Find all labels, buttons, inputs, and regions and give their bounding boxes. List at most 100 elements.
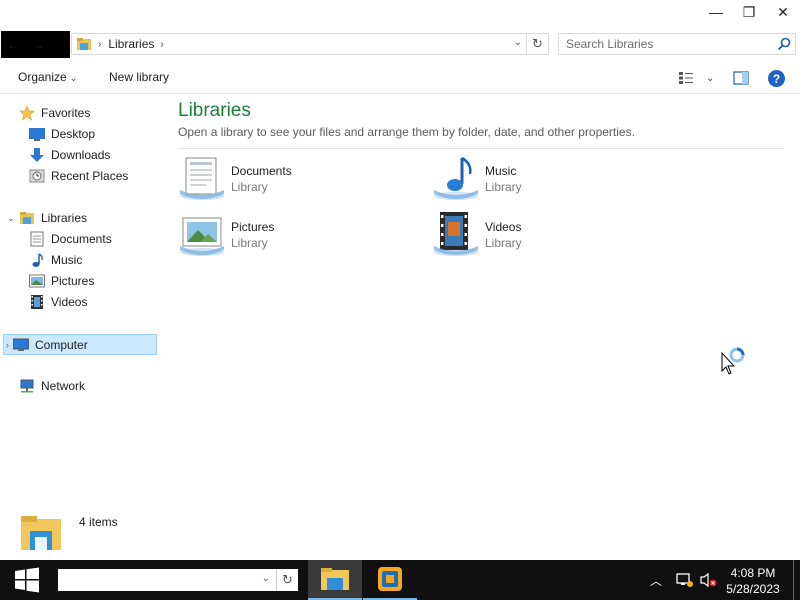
back-arrow-icon[interactable]: ← [7, 38, 19, 52]
recent-places-icon [29, 168, 45, 184]
library-pictures[interactable]: Pictures Library [178, 210, 418, 260]
search-input[interactable] [559, 34, 769, 54]
file-explorer-icon [321, 568, 349, 590]
refresh-icon[interactable]: ↻ [526, 34, 548, 54]
library-music-name: Music [485, 164, 517, 178]
nav-favorites[interactable]: Favorites [19, 103, 90, 123]
view-dropdown-icon: ⌄ [706, 72, 715, 84]
nav-pictures[interactable]: Pictures [29, 271, 94, 291]
nav-music-label: Music [51, 253, 83, 267]
libraries-folder-icon [19, 210, 35, 226]
star-icon [19, 105, 35, 121]
nav-favorites-label: Favorites [41, 106, 91, 120]
network-icon [19, 378, 35, 394]
show-hidden-icons-chevron-icon[interactable]: ︿ [650, 560, 662, 600]
close-button[interactable]: ✕ [766, 0, 800, 24]
new-library-button[interactable]: New library [109, 70, 169, 84]
taskbar-search-box[interactable]: ⌄ ↻ [58, 569, 298, 591]
pictures-icon [29, 273, 45, 289]
nav-desktop-label: Desktop [51, 127, 96, 141]
nav-recent-places[interactable]: Recent Places [29, 166, 128, 186]
expand-libraries-chevron-icon[interactable]: ⌄ [7, 213, 15, 224]
show-desktop-button[interactable] [793, 560, 794, 600]
navigation-pane: Favorites Desktop Downloads Recent Place… [0, 95, 160, 505]
library-pictures-type: Library [231, 236, 268, 250]
downloads-icon [29, 147, 45, 163]
library-videos-type: Library [485, 236, 522, 250]
computer-icon [13, 337, 29, 353]
restore-button[interactable]: ❐ [732, 0, 766, 24]
nav-libraries-label: Libraries [41, 211, 88, 225]
documents-icon [29, 231, 45, 247]
system-clock[interactable]: 4:08 PM 5/28/2023 [722, 565, 784, 597]
libraries-icon [77, 38, 91, 50]
volume-muted-icon[interactable] [700, 560, 718, 600]
address-dropdown-icon[interactable]: ⌄ [514, 37, 522, 48]
library-documents-name: Documents [231, 164, 292, 178]
nav-computer[interactable]: › Computer [3, 334, 157, 355]
nav-network-label: Network [41, 379, 86, 393]
change-view-button[interactable]: ⌄ [678, 71, 714, 85]
minimize-button[interactable]: — [699, 0, 733, 24]
nav-videos[interactable]: Videos [29, 292, 87, 312]
page-subtitle: Open a library to see your files and arr… [178, 125, 635, 139]
pictures-library-icon [180, 217, 224, 256]
back-forward-buttons[interactable]: ← → [1, 31, 70, 58]
library-documents[interactable]: Documents Library [178, 154, 418, 204]
search-box[interactable] [558, 33, 796, 55]
library-videos-name: Videos [485, 220, 522, 234]
nav-recent-places-label: Recent Places [51, 169, 129, 183]
preview-pane-icon[interactable] [733, 71, 749, 85]
address-bar[interactable]: › Libraries › ⌄ ↻ [71, 33, 549, 55]
details-pane: 4 items [0, 505, 800, 560]
network-tray-icon[interactable] [676, 560, 694, 600]
library-music[interactable]: Music Library [432, 154, 672, 204]
nav-libraries[interactable]: Libraries [19, 208, 87, 228]
nav-documents[interactable]: Documents [29, 229, 112, 249]
desktop-icon [29, 126, 45, 142]
nav-desktop[interactable]: Desktop [29, 124, 95, 144]
nav-computer-label: Computer [35, 337, 88, 352]
page-title: Libraries [178, 100, 251, 121]
command-bar: Organize ⌄ New library ⌄ ? [0, 62, 800, 94]
clock-time: 4:08 PM [730, 566, 776, 580]
libraries-large-icon [21, 516, 61, 550]
search-icon[interactable] [777, 37, 791, 51]
breadcrumb-libraries[interactable]: Libraries [108, 37, 154, 51]
nav-downloads[interactable]: Downloads [29, 145, 110, 165]
taskbar-search-dropdown-icon[interactable]: ⌄ [262, 573, 270, 584]
organize-button[interactable]: Organize ⌄ [18, 70, 77, 84]
nav-downloads-label: Downloads [51, 148, 111, 162]
taskbar-refresh-icon[interactable]: ↻ [276, 569, 298, 591]
taskbar-file-explorer[interactable] [308, 560, 362, 600]
title-bar: — ❐ ✕ [0, 0, 800, 28]
videos-icon [29, 294, 45, 310]
vmware-icon [378, 567, 402, 591]
help-button[interactable]: ? [768, 70, 785, 87]
nav-network[interactable]: Network [19, 376, 85, 396]
library-videos[interactable]: Videos Library [432, 210, 672, 260]
taskbar-vm-app[interactable] [363, 560, 417, 600]
music-library-icon [434, 156, 478, 200]
nav-music[interactable]: Music [29, 250, 82, 270]
breadcrumb-separator-end[interactable]: › [160, 39, 163, 50]
nav-videos-label: Videos [51, 295, 88, 309]
forward-arrow-icon[interactable]: → [33, 38, 45, 52]
breadcrumb-separator[interactable]: › [98, 39, 101, 50]
library-music-type: Library [485, 180, 522, 194]
nav-documents-label: Documents [51, 232, 112, 246]
clock-date: 5/28/2023 [726, 582, 780, 596]
expand-computer-chevron-icon[interactable]: › [6, 340, 9, 350]
documents-library-icon [180, 157, 224, 200]
busy-cursor-icon [721, 347, 745, 375]
windows-logo-icon [15, 567, 39, 593]
start-button[interactable] [0, 560, 54, 600]
organize-label: Organize [18, 70, 67, 84]
view-details-icon [679, 72, 693, 84]
music-icon [29, 252, 45, 268]
item-count: 4 items [79, 515, 118, 529]
library-pictures-name: Pictures [231, 220, 275, 234]
library-documents-type: Library [231, 180, 268, 194]
chevron-down-icon: ⌄ [69, 73, 78, 83]
taskbar: ⌄ ↻ ︿ 4:08 PM 5/28/2023 [0, 560, 800, 600]
